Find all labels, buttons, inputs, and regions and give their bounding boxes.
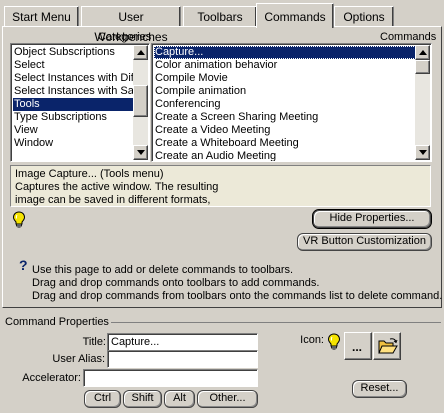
arrow-up-icon (419, 50, 427, 55)
list-item-selected[interactable]: Tools (13, 98, 134, 111)
list-item[interactable]: Create a Video Meeting (154, 124, 416, 137)
svg-text:?: ? (19, 258, 28, 272)
user-alias-field[interactable] (107, 350, 258, 368)
commands-scrollbar[interactable] (415, 45, 430, 160)
tab-options[interactable]: Options (334, 6, 394, 27)
title-field[interactable] (107, 333, 258, 351)
question-mark-icon: ? (17, 257, 31, 275)
categories-list[interactable]: Object Subscriptions Select Select Insta… (10, 43, 150, 162)
icon-label: Icon: (300, 334, 324, 346)
list-item[interactable]: Compile Movie (154, 72, 416, 85)
scroll-thumb[interactable] (415, 60, 430, 74)
lightbulb-icon (327, 333, 341, 354)
list-item[interactable]: Color animation behavior (154, 59, 416, 72)
scroll-down-button[interactable] (415, 145, 430, 160)
list-item[interactable]: Window (13, 137, 134, 150)
open-folder-icon (378, 338, 398, 354)
tab-start-menu[interactable]: Start Menu (4, 6, 79, 27)
commands-header: Commands (380, 31, 437, 43)
list-item[interactable]: View (13, 124, 134, 137)
scroll-up-button[interactable] (415, 45, 430, 60)
list-item-selected[interactable]: Capture... (154, 46, 416, 59)
vr-button-customization-button[interactable]: VR Button Customization (297, 233, 432, 251)
scroll-thumb[interactable] (133, 85, 148, 117)
accelerator-field[interactable] (83, 369, 258, 387)
ellipsis-label: ... (352, 340, 363, 354)
list-item[interactable]: Select (13, 59, 134, 72)
reset-button[interactable]: Reset... (352, 380, 407, 398)
commands-list[interactable]: Capture... Color animation behavior Comp… (151, 43, 432, 162)
arrow-down-icon (419, 150, 427, 155)
arrow-up-icon (137, 50, 145, 55)
scroll-up-button[interactable] (133, 45, 148, 60)
list-item[interactable]: Create a Whiteboard Meeting (154, 137, 416, 150)
hide-properties-button[interactable]: Hide Properties... (312, 209, 432, 229)
categories-scrollbar[interactable] (133, 45, 148, 160)
list-item[interactable]: Select Instances with Dif (13, 72, 134, 85)
info-line-2: Drag and drop commands onto toolbars to … (32, 277, 320, 289)
arrow-down-icon (137, 150, 145, 155)
other-button[interactable]: Other... (197, 390, 258, 408)
user-alias-label: User Alias: (52, 353, 105, 365)
description-line: image can be saved in different formats, (15, 194, 211, 206)
list-item[interactable]: Select Instances with Sa (13, 85, 134, 98)
info-line-1: Use this page to add or delete commands … (32, 264, 294, 276)
title-label: Title: (82, 336, 106, 348)
open-folder-button[interactable] (373, 332, 401, 360)
tab-toolbars[interactable]: Toolbars (183, 6, 257, 27)
shift-button[interactable]: Shift (123, 390, 162, 408)
scroll-down-button[interactable] (133, 145, 148, 160)
command-properties-title: Command Properties (3, 316, 111, 328)
list-item[interactable]: Create a Screen Sharing Meeting (154, 111, 416, 124)
list-item[interactable]: Object Subscriptions (13, 46, 134, 59)
icon-browse-button[interactable]: ... (344, 332, 372, 360)
categories-header: Categories (98, 31, 152, 43)
accelerator-label: Accelerator: (22, 372, 81, 384)
alt-button[interactable]: Alt (164, 390, 195, 408)
lightbulb-icon (12, 211, 26, 232)
list-item[interactable]: Compile animation (154, 85, 416, 98)
tab-user-workbenches[interactable]: User Workbenches (81, 6, 181, 44)
description-line: Captures the active window. The resultin… (15, 181, 219, 193)
ctrl-button[interactable]: Ctrl (84, 390, 121, 408)
command-description: Image Capture... (Tools menu) Captures t… (10, 165, 431, 207)
list-item[interactable]: Create an Audio Meeting (154, 150, 416, 161)
list-item[interactable]: Type Subscriptions (13, 111, 134, 124)
tab-commands[interactable]: Commands (256, 3, 334, 28)
info-line-3: Drag and drop commands from toolbars ont… (32, 290, 443, 302)
description-line: Image Capture... (Tools menu) (15, 168, 164, 180)
list-item[interactable]: Conferencing (154, 98, 416, 111)
